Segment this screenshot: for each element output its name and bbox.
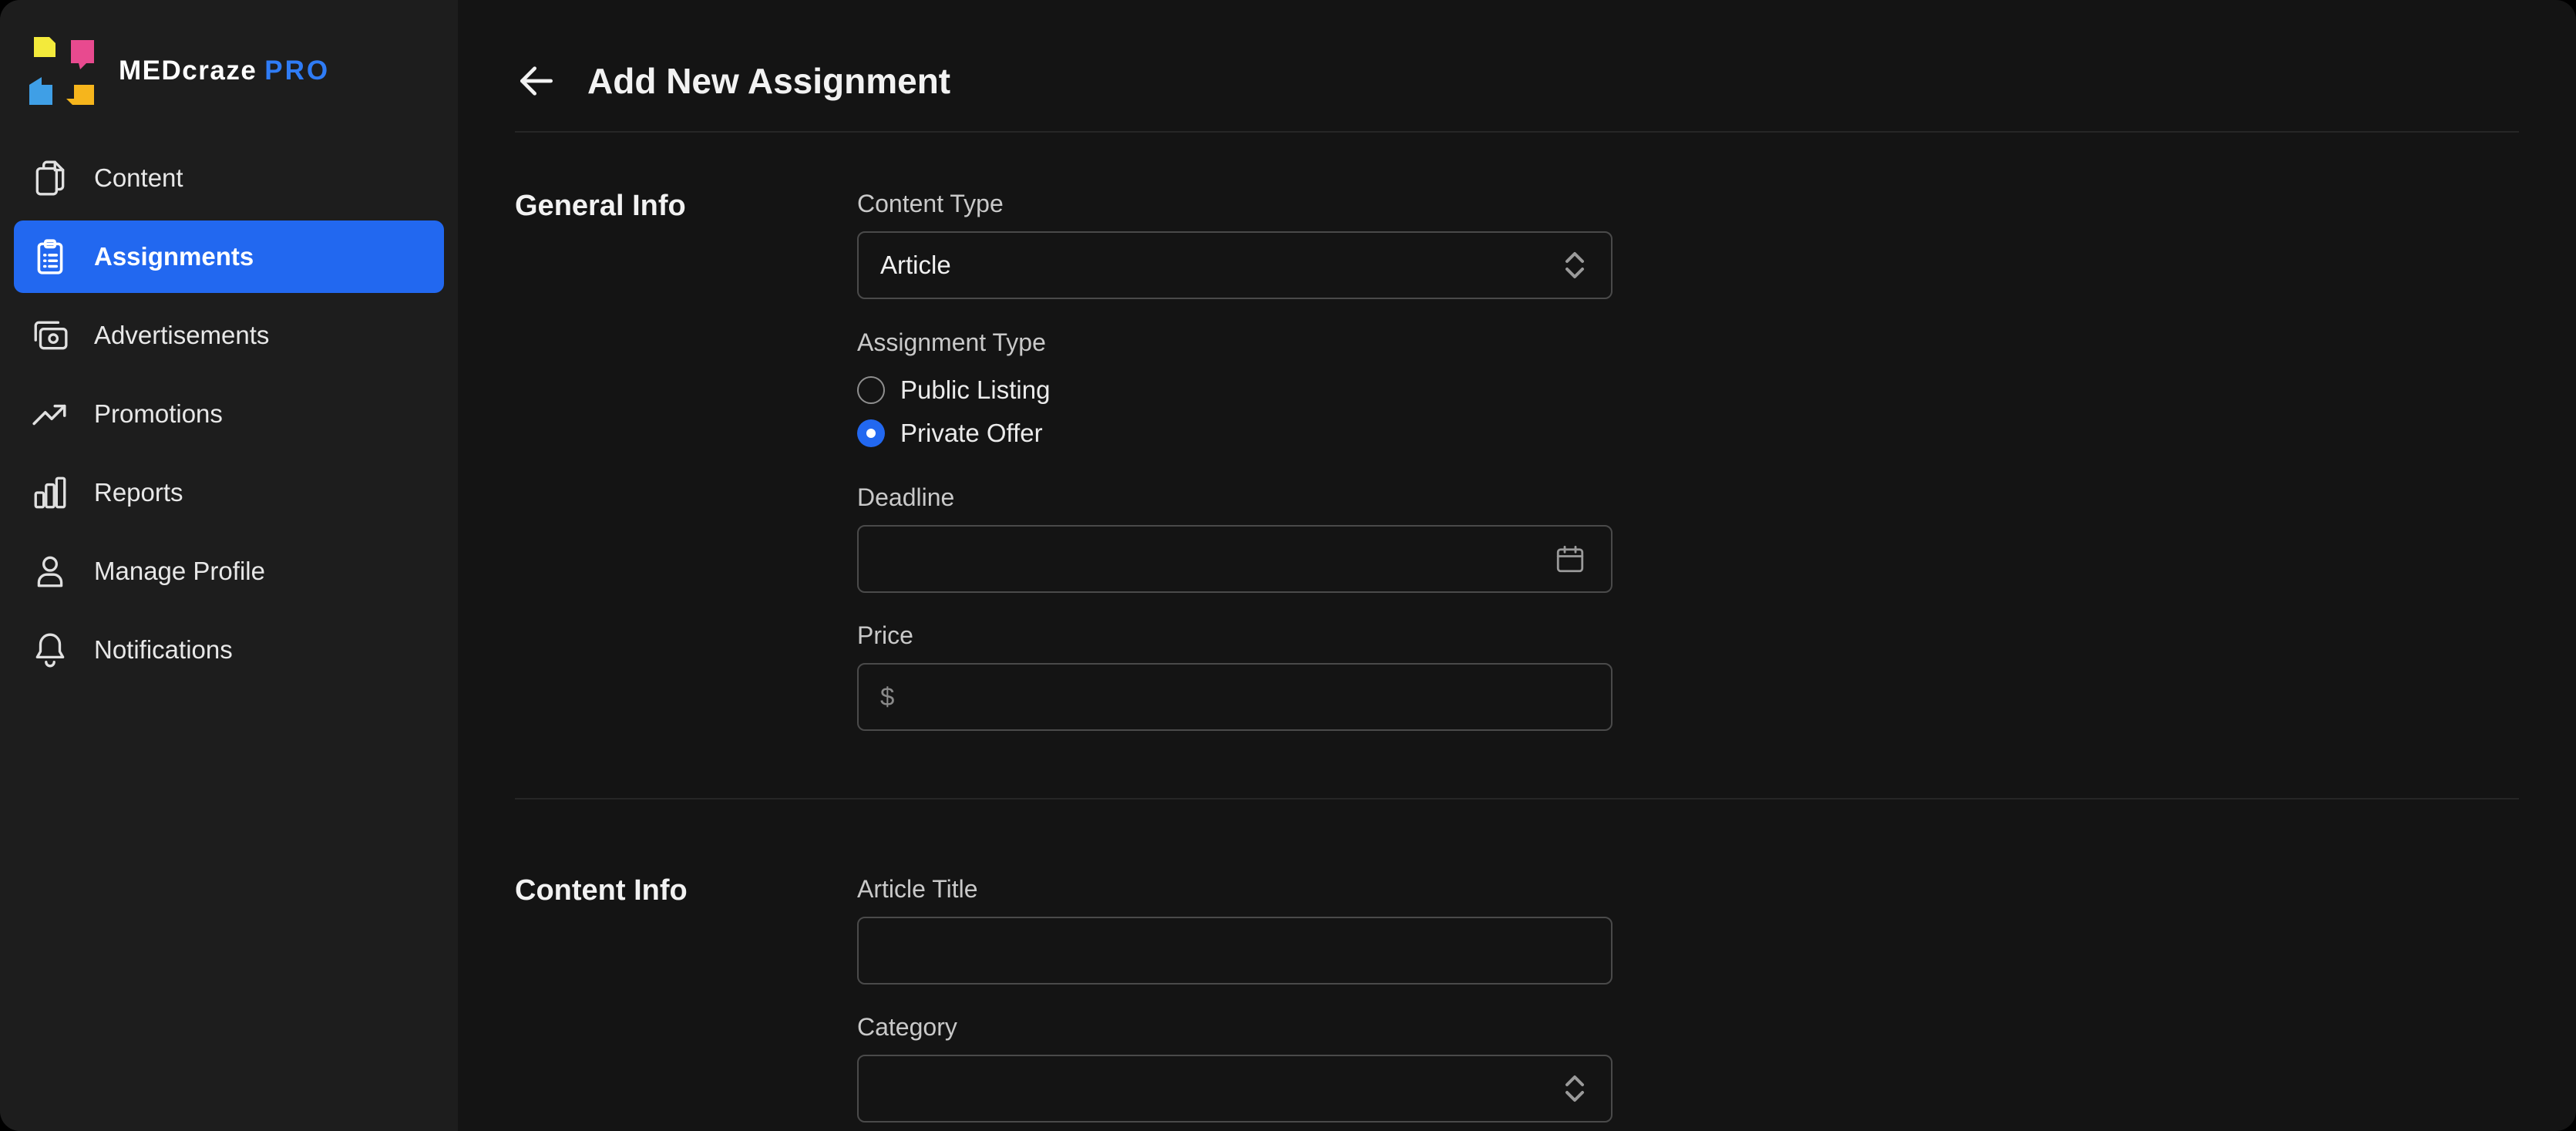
radio-private-offer[interactable]: Private Offer (857, 413, 1613, 453)
article-title-label: Article Title (857, 875, 978, 903)
price-label: Price (857, 621, 913, 649)
clipboard-list-icon (37, 239, 63, 274)
section-title-content-info: Content Info (515, 874, 688, 907)
section-title-general-info: General Info (515, 190, 686, 222)
article-title-field: Article Title (857, 873, 1613, 985)
content-type-field: Content Type Article (857, 188, 1613, 299)
currency-prefix: $ (880, 682, 895, 711)
user-icon (37, 556, 63, 587)
category-select[interactable] (857, 1055, 1613, 1123)
back-button[interactable] (515, 59, 558, 103)
arrow-left-icon (520, 66, 553, 96)
category-field: Category (857, 1012, 1613, 1123)
brand-tier: PRO (264, 56, 331, 86)
page-header: Add New Assignment (515, 46, 2519, 116)
category-label: Category (857, 1013, 957, 1041)
assignment-type-label: Assignment Type (857, 328, 1046, 356)
content-type-select[interactable]: Article (857, 231, 1613, 299)
radio-public-listing[interactable]: Public Listing (857, 370, 1613, 410)
brand-logo[interactable]: MEDcraze PRO (26, 32, 330, 109)
assignment-type-field: Assignment Type Public Listing Private O… (857, 327, 1613, 456)
sidebar-item-label: Reports (94, 478, 183, 507)
bar-chart-icon (34, 476, 66, 509)
sidebar-item-assignments[interactable]: Assignments (14, 220, 444, 293)
calendar-icon[interactable] (1554, 543, 1586, 575)
sidebar-item-label: Notifications (94, 635, 233, 664)
brand-name-text: MEDcraze (119, 56, 257, 86)
sidebar-item-label: Manage Profile (94, 557, 265, 585)
sidebar-item-notifications[interactable]: Notifications (14, 614, 444, 686)
deadline-input[interactable] (857, 525, 1613, 593)
sidebar-item-label: Advertisements (94, 321, 270, 349)
sidebar-item-content[interactable]: Content (14, 142, 444, 214)
sidebar: MEDcraze PRO Content Assignments Adverti… (0, 0, 458, 1131)
brand-name: MEDcraze PRO (119, 56, 330, 86)
app-window: MEDcraze PRO Content Assignments Adverti… (0, 0, 2576, 1131)
radio-public-listing-label: Public Listing (900, 375, 1051, 404)
content-type-value: Article (880, 251, 951, 279)
sidebar-nav: Content Assignments Advertisements Promo… (14, 142, 444, 692)
documents-icon (35, 160, 65, 196)
sidebar-item-promotions[interactable]: Promotions (14, 378, 444, 450)
price-field: Price $ (857, 620, 1613, 731)
section-divider (515, 798, 2519, 799)
deadline-label: Deadline (857, 483, 955, 511)
sidebar-item-label: Assignments (94, 242, 254, 271)
chevron-up-down-icon (1563, 1073, 1586, 1104)
price-input[interactable]: $ (857, 663, 1613, 731)
radio-public-listing-control[interactable] (857, 376, 885, 404)
sidebar-item-label: Content (94, 163, 183, 192)
bell-icon (35, 633, 65, 668)
chevron-up-down-icon (1563, 250, 1586, 281)
sidebar-item-reports[interactable]: Reports (14, 456, 444, 529)
trending-up-icon (32, 404, 66, 426)
content-type-label: Content Type (857, 190, 1004, 217)
medcraze-logo-icon (29, 37, 94, 105)
page-title: Add New Assignment (587, 61, 951, 101)
sidebar-item-label: Promotions (94, 399, 223, 428)
cash-icon (34, 321, 68, 350)
main-content: Add New Assignment General Info Content … (458, 0, 2576, 1131)
deadline-field: Deadline (857, 482, 1613, 593)
radio-private-offer-control[interactable] (857, 419, 885, 447)
radio-private-offer-label: Private Offer (900, 419, 1043, 447)
sidebar-item-advertisements[interactable]: Advertisements (14, 299, 444, 372)
article-title-input[interactable] (857, 917, 1613, 985)
sidebar-item-manage-profile[interactable]: Manage Profile (14, 535, 444, 608)
header-divider (515, 131, 2519, 133)
